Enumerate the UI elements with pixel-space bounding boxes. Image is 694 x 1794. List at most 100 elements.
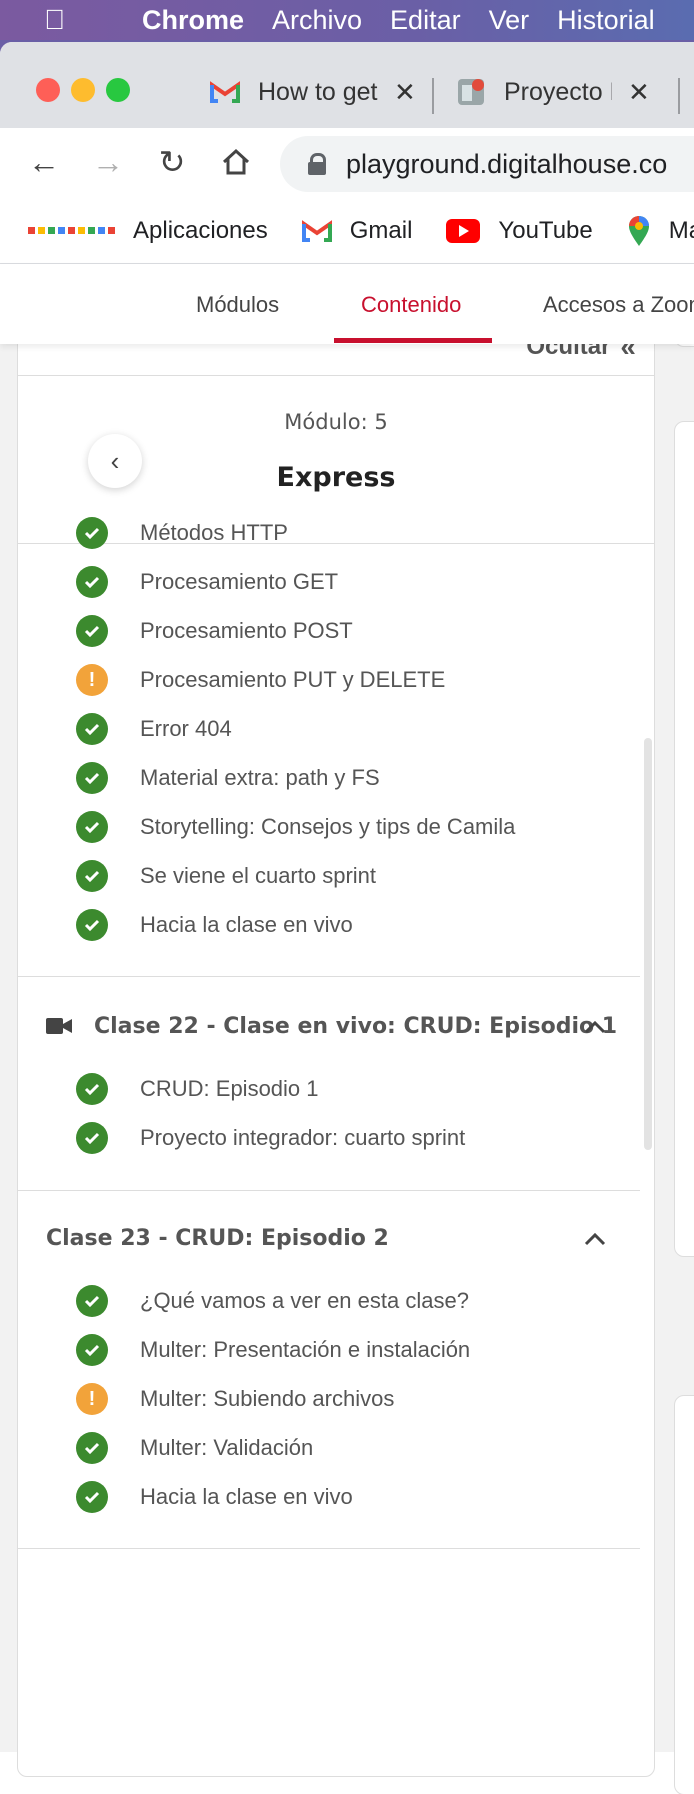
bookmark-label: Maps [668, 216, 694, 244]
video-camera-icon [46, 1017, 72, 1035]
lesson-item[interactable]: Multer: Presentación e instalación [76, 1330, 470, 1370]
menu-app-name[interactable]: Chrome [142, 5, 244, 36]
check-circle-icon [76, 1481, 108, 1513]
address-bar[interactable]: playground.digitalhouse.co [280, 136, 694, 192]
check-circle-icon [76, 1285, 108, 1317]
bookmark-gmail[interactable]: Gmail [301, 216, 413, 245]
tab-proyecto[interactable]: Proyecto E ✕ [456, 70, 650, 114]
bookmark-label: Gmail [349, 216, 413, 244]
apps-grid-icon [28, 227, 115, 234]
lesson-item[interactable]: Error 404 [76, 709, 232, 749]
chevron-up-icon[interactable] [584, 1224, 606, 1252]
lesson-item[interactable]: CRUD: Episodio 1 [76, 1069, 319, 1109]
bookmark-youtube[interactable]: YouTube [446, 216, 593, 245]
close-tab-icon[interactable]: ✕ [628, 77, 650, 108]
check-circle-icon [76, 1073, 108, 1105]
check-circle-icon [76, 1122, 108, 1154]
lesson-item[interactable]: Multer: Validación [76, 1428, 313, 1468]
section-divider [18, 1190, 640, 1191]
home-icon[interactable] [214, 140, 258, 184]
menu-ver[interactable]: Ver [489, 5, 530, 36]
lesson-label: Multer: Presentación e instalación [140, 1337, 471, 1362]
lesson-label: Procesamiento PUT y DELETE [140, 667, 446, 692]
tab-gmail[interactable]: How to get ✕ [210, 70, 416, 114]
bookmark-maps[interactable]: Maps [627, 215, 694, 247]
lesson-item[interactable]: Procesamiento POST [76, 611, 353, 651]
tab-contenido[interactable]: Contenido [361, 292, 461, 318]
tab-strip: How to get ✕ Proyecto E ✕ [0, 42, 694, 128]
lesson-item[interactable]: Procesamiento GET [76, 562, 338, 602]
check-circle-icon [76, 615, 108, 647]
module-sidebar-panel: Ocultar « ‹ Módulo: 5 Express Métodos HT… [17, 317, 655, 1777]
class-title: Clase 22 - Clase en vivo: CRUD: Episodio… [94, 1013, 618, 1039]
lesson-item[interactable]: ! Multer: Subiendo archivos [76, 1379, 394, 1419]
tab-separator [432, 78, 434, 114]
side-card [674, 421, 694, 1257]
lock-icon[interactable] [308, 153, 326, 175]
class-title: Clase 23 - CRUD: Episodio 2 [46, 1225, 389, 1251]
url-text[interactable]: playground.digitalhouse.co [346, 149, 667, 180]
check-circle-icon [76, 517, 108, 549]
tab-accesos-zoom[interactable]: Accesos a Zoom [543, 292, 694, 318]
active-tab-indicator [334, 338, 492, 343]
check-circle-icon [76, 566, 108, 598]
class-header-23[interactable]: Clase 23 - CRUD: Episodio 2 [46, 1218, 626, 1258]
lesson-label: Error 404 [140, 716, 232, 741]
bookmarks-bar: Aplicaciones Gmail YouTube Maps [0, 198, 694, 264]
bookmark-label: YouTube [498, 216, 593, 244]
lesson-label: Multer: Subiendo archivos [140, 1386, 395, 1411]
lesson-item[interactable]: Storytelling: Consejos y tips de Camila [76, 807, 515, 847]
reload-icon[interactable]: ↻ [150, 140, 194, 184]
lesson-label: CRUD: Episodio 1 [140, 1076, 319, 1101]
module-number: Módulo: 5 [284, 410, 388, 434]
check-circle-icon [76, 713, 108, 745]
menu-archivo[interactable]: Archivo [272, 5, 362, 36]
lesson-label: Hacia la clase en vivo [140, 912, 353, 937]
chevron-up-icon[interactable] [584, 1012, 606, 1040]
close-window-button[interactable] [36, 78, 60, 102]
class-header-22[interactable]: Clase 22 - Clase en vivo: CRUD: Episodio… [46, 1006, 626, 1046]
tab-modulos[interactable]: Módulos [196, 292, 279, 318]
tab-separator [678, 78, 680, 114]
lesson-label: Storytelling: Consejos y tips de Camila [140, 814, 516, 839]
lesson-label: ¿Qué vamos a ver en esta clase? [140, 1288, 469, 1313]
menu-editar[interactable]: Editar [390, 5, 461, 36]
bookmark-apps[interactable]: Aplicaciones [28, 217, 268, 245]
section-divider [18, 1548, 640, 1549]
close-tab-icon[interactable]: ✕ [394, 77, 416, 108]
scrollbar[interactable] [644, 738, 652, 1150]
check-circle-icon [76, 762, 108, 794]
course-subnav: Módulos Contenido Accesos a Zoom [0, 264, 694, 344]
lesson-item[interactable]: ¿Qué vamos a ver en esta clase? [76, 1281, 469, 1321]
zoom-window-button[interactable] [106, 78, 130, 102]
check-circle-icon [76, 1334, 108, 1366]
gmail-icon [301, 219, 332, 242]
lesson-item[interactable]: Material extra: path y FS [76, 758, 380, 798]
maps-pin-icon [627, 215, 651, 247]
check-circle-icon [76, 1432, 108, 1464]
youtube-icon [446, 218, 481, 243]
content-area: Ocultar « ‹ Módulo: 5 Express Métodos HT… [0, 303, 694, 1794]
check-circle-icon [76, 811, 108, 843]
menu-historial[interactable]: Historial [557, 5, 655, 36]
warning-circle-icon: ! [76, 1383, 108, 1415]
lesson-label: Multer: Validación [140, 1435, 314, 1460]
lesson-item[interactable]: Hacia la clase en vivo [76, 905, 353, 945]
macos-menubar:  Chrome Archivo Editar Ver Historial [0, 0, 694, 40]
back-arrow-icon[interactable]: ← [22, 140, 66, 184]
lesson-item[interactable]: Se viene el cuarto sprint [76, 856, 376, 896]
lesson-label: Material extra: path y FS [140, 765, 380, 790]
lesson-label: Se viene el cuarto sprint [140, 863, 377, 888]
apple-icon[interactable]:  [44, 4, 88, 36]
lesson-label: Procesamiento GET [140, 569, 339, 594]
project-icon [456, 77, 486, 107]
lesson-item[interactable]: Métodos HTTP [76, 513, 288, 553]
lesson-item[interactable]: Proyecto integrador: cuarto sprint [76, 1118, 465, 1158]
lesson-item[interactable]: Hacia la clase en vivo [76, 1477, 353, 1517]
minimize-window-button[interactable] [71, 78, 95, 102]
lesson-item[interactable]: ! Procesamiento PUT y DELETE [76, 660, 445, 700]
check-circle-icon [76, 909, 108, 941]
lesson-label: Hacia la clase en vivo [140, 1484, 353, 1509]
tab-title: How to get [258, 77, 378, 106]
forward-arrow-icon[interactable]: → [86, 140, 130, 184]
